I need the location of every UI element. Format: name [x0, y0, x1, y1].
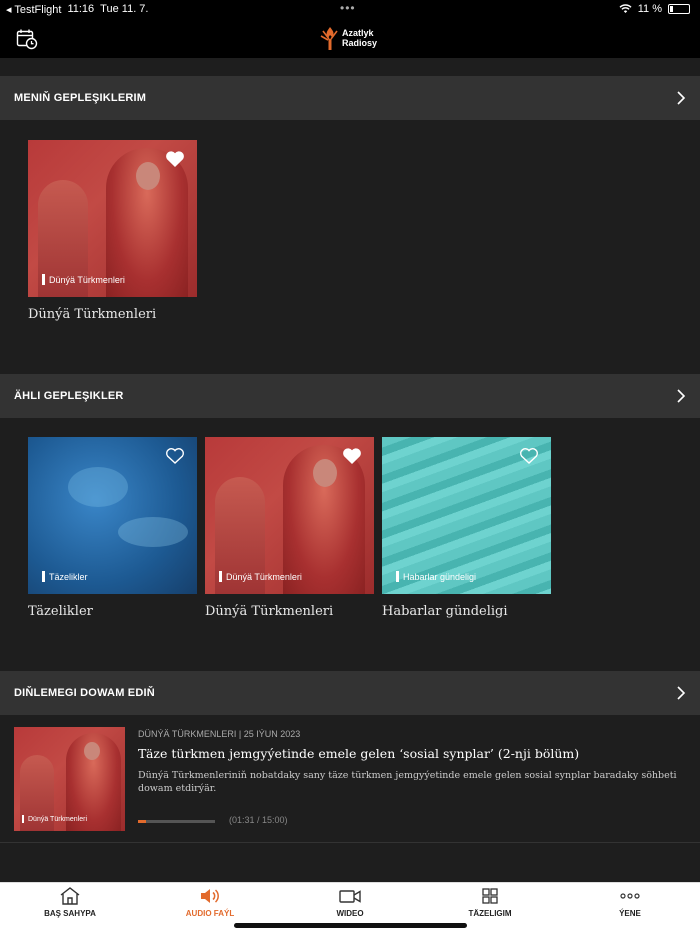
status-time: 11:16	[67, 3, 95, 15]
podcast-thumbnail[interactable]: Täzelikler	[28, 437, 197, 594]
section-header-my-podcasts[interactable]: MENIŇ GEPLEŞIKLERIM	[0, 76, 700, 120]
logo-text-line2: Radiosy	[342, 38, 378, 48]
podcast-card-dunya-turkmenleri[interactable]: Dünýä Türkmenleri Dünýä Türkmenleri	[205, 437, 374, 619]
grid-icon	[482, 888, 498, 904]
thumbnail-label: Habarlar gündeligi	[396, 571, 476, 582]
episode-title[interactable]: Täze türkmen jemgyýetinde emele gelen ‘s…	[138, 746, 579, 761]
podcast-thumbnail[interactable]: Habarlar gündeligi	[382, 437, 551, 594]
thumbnail-label: Dünýä Türkmenleri	[22, 815, 87, 823]
heart-filled-icon[interactable]	[342, 447, 362, 465]
battery-percent: 11 %	[637, 3, 662, 15]
thumbnail-label: Dünýä Türkmenleri	[219, 571, 302, 582]
podcast-thumbnail[interactable]: Dünýä Türkmenleri	[28, 140, 197, 297]
podcast-title[interactable]: Täzelikler	[28, 604, 197, 619]
episode-progress-fill	[138, 820, 146, 823]
episode-progress-bar[interactable]	[138, 820, 215, 823]
chevron-right-icon[interactable]	[674, 90, 688, 106]
calendar-clock-icon[interactable]	[16, 28, 38, 50]
podcast-title[interactable]: Dünýä Türkmenleri	[28, 307, 197, 322]
home-icon	[60, 887, 80, 905]
episode-row[interactable]: Dünýä Türkmenleri DÜNÝÄ TÜRKMENLERI | 25…	[0, 715, 700, 843]
section-header-all-podcasts[interactable]: ÄHLI GEPLEŞIKLER	[0, 374, 700, 418]
chevron-right-icon[interactable]	[674, 685, 688, 701]
podcast-title[interactable]: Habarlar gündeligi	[382, 604, 551, 619]
podcast-thumbnail[interactable]: Dünýä Türkmenleri	[205, 437, 374, 594]
episode-time: (01:31 / 15:00)	[229, 815, 288, 825]
tab-home[interactable]: BAŞ SAHYPA	[0, 883, 140, 934]
logo-text-line1: Azatlyk	[342, 28, 374, 38]
thumbnail-label: Dünýä Türkmenleri	[42, 274, 125, 285]
section-title: DIŇLEMEGI DOWAM EDIŇ	[14, 687, 155, 699]
podcast-title[interactable]: Dünýä Türkmenleri	[205, 604, 374, 619]
status-carrier[interactable]: ◂ TestFlight	[6, 3, 61, 16]
tab-label: AUDIO FAÝL	[185, 909, 235, 918]
tab-label: WIDEO	[336, 909, 364, 918]
podcast-card-tazelikler[interactable]: Täzelikler Täzelikler	[28, 437, 197, 619]
tab-label: BAŞ SAHYPA	[44, 909, 96, 918]
azatlyk-logo: Azatlyk Radiosy	[320, 25, 377, 51]
section-title: MENIŇ GEPLEŞIKLERIM	[14, 92, 147, 104]
heart-outline-icon[interactable]	[519, 447, 539, 465]
torch-logo-icon	[320, 27, 338, 50]
podcast-card-habarlar-gundeligi[interactable]: Habarlar gündeligi Habarlar gündeligi	[382, 437, 551, 619]
heart-outline-icon[interactable]	[165, 447, 185, 465]
video-camera-icon	[339, 890, 361, 903]
home-indicator[interactable]	[234, 923, 467, 928]
tab-label: ÝENE	[619, 909, 641, 918]
episode-thumbnail[interactable]: Dünýä Türkmenleri	[14, 727, 125, 831]
podcast-card-dunya-turkmenleri[interactable]: Dünýä Türkmenleri Dünýä Türkmenleri	[28, 140, 197, 322]
speaker-icon	[201, 889, 219, 903]
app-header: Azatlyk Radiosy	[0, 20, 700, 58]
tab-label: TÄZELIGIM	[468, 909, 512, 918]
thumbnail-label: Täzelikler	[42, 571, 88, 582]
battery-icon	[668, 4, 690, 14]
more-icon	[620, 893, 640, 899]
heart-filled-icon[interactable]	[165, 150, 185, 168]
episode-meta: DÜNÝÄ TÜRKMENLERI | 25 IÝUN 2023	[138, 729, 301, 739]
wifi-icon	[619, 4, 632, 13]
episode-description: Dünýä Türkmenleriniň nobatdaky sany täze…	[138, 770, 677, 794]
status-bar: ◂ TestFlight 11:16 Tue 11. 7. ••• 11 %	[0, 0, 700, 20]
multitask-dots-icon[interactable]: •••	[340, 1, 356, 15]
chevron-right-icon[interactable]	[674, 388, 688, 404]
section-header-continue-listening[interactable]: DIŇLEMEGI DOWAM EDIŇ	[0, 671, 700, 715]
status-date: Tue 11. 7.	[100, 3, 149, 15]
section-title: ÄHLI GEPLEŞIKLER	[14, 390, 124, 402]
tab-more[interactable]: ÝENE	[560, 883, 700, 934]
